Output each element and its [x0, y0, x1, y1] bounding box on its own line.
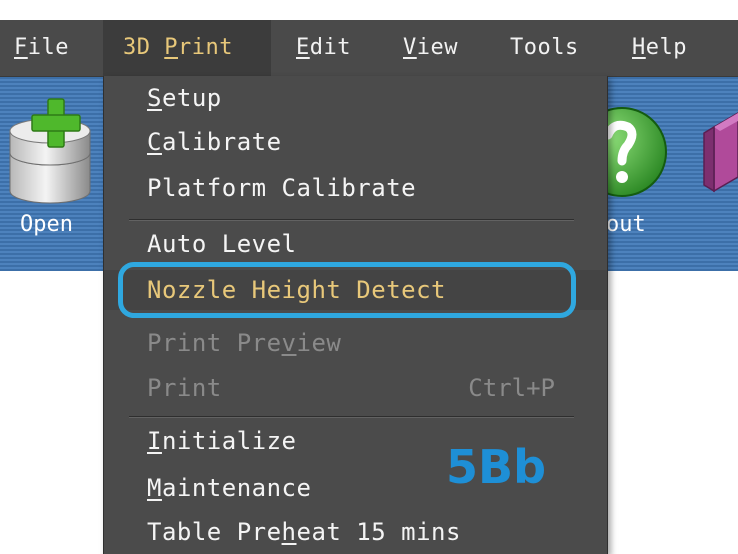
cube-button[interactable] [700, 77, 738, 271]
menu-view-post: iew [416, 35, 458, 60]
menu-item-print-preview-mnemonic: v [281, 329, 297, 357]
menu-item-table-preheat-label: Table Preheat 15 mins [147, 512, 461, 552]
menu-item-print[interactable]: Print Ctrl+P [104, 368, 607, 408]
menu-item-initialize-post: nitialize [161, 427, 297, 455]
menu-item-calibrate-mnemonic: C [147, 128, 162, 156]
menu-item-setup[interactable]: Setup [104, 78, 607, 118]
menu-bar: File 3D Print Edit View Tools Help [0, 20, 738, 77]
menu-item-print-preview-post: iew [296, 329, 342, 357]
menu-view[interactable]: View [403, 20, 473, 76]
menu-item-print-label: Print [147, 374, 222, 402]
menu-item-setup-mnemonic: S [147, 84, 162, 112]
menu-help[interactable]: Help [632, 20, 702, 76]
menu-item-initialize-label: Initialize [147, 421, 297, 461]
menu-item-maintenance-label: Maintenance [147, 468, 311, 508]
menu-item-table-preheat-post: eat 15 mins [296, 518, 461, 546]
menu-tools[interactable]: Tools [510, 20, 594, 76]
menu-file-mnemonic: F [14, 35, 28, 60]
menu-item-platform-calibrate[interactable]: Platform Calibrate [104, 168, 607, 208]
menu-item-auto-level-label: Auto Level [147, 230, 297, 258]
menu-3d-print-mnemonic: P [164, 35, 178, 60]
menu-3d-print-post: rint [178, 35, 233, 60]
open-button[interactable]: Open [0, 77, 100, 271]
add-open-icon [9, 98, 91, 204]
menu-item-calibrate-label: Calibrate [147, 122, 282, 162]
menu-item-initialize-mnemonic: I [147, 427, 162, 455]
menu-item-platform-calibrate-label: Platform Calibrate [147, 174, 417, 202]
menu-edit-mnemonic: E [296, 35, 310, 60]
menu-item-calibrate[interactable]: Calibrate [104, 122, 607, 162]
menu-item-table-preheat-mnemonic: h [281, 518, 297, 546]
help-icon [606, 107, 667, 197]
menu-item-auto-level[interactable]: Auto Level [104, 224, 607, 264]
menu-item-calibrate-post: alibrate [161, 128, 282, 156]
menu-file-post: ile [27, 35, 69, 60]
menu-tools-label: Tools [510, 35, 579, 60]
menu-item-table-preheat-pre: Table Pre [147, 518, 282, 546]
menu-3d-print[interactable]: 3D Print [103, 20, 271, 76]
menu-item-setup-post: etup [161, 84, 222, 112]
menu-item-print-shortcut: Ctrl+P [468, 374, 555, 402]
menu-file[interactable]: File [14, 20, 84, 76]
cube-icon [703, 112, 738, 193]
highlight-callout [118, 262, 576, 318]
menu-edit[interactable]: Edit [296, 20, 366, 76]
about-button[interactable]: out [606, 77, 676, 271]
menu-help-post: elp [645, 35, 687, 60]
open-label: Open [20, 212, 73, 237]
menu-separator [129, 416, 574, 418]
menu-item-print-preview-pre: Print Pre [147, 329, 282, 357]
menu-view-mnemonic: V [403, 35, 417, 60]
menu-item-table-preheat[interactable]: Table Preheat 15 mins [104, 512, 607, 552]
watermark: 5Bb [446, 440, 546, 494]
menu-3d-print-pre: 3D [123, 35, 165, 60]
menu-separator [129, 219, 574, 221]
menu-help-mnemonic: H [632, 35, 646, 60]
app-window: File 3D Print Edit View Tools Help Open … [0, 0, 738, 554]
menu-item-print-preview-label: Print Preview [147, 323, 341, 363]
about-label: out [606, 212, 646, 237]
menu-item-print-preview[interactable]: Print Preview [104, 323, 607, 363]
menu-item-maintenance-mnemonic: M [147, 474, 162, 502]
menu-item-maintenance-post: aintenance [161, 474, 312, 502]
menu-item-setup-label: Setup [147, 78, 222, 118]
menu-edit-post: dit [309, 35, 351, 60]
